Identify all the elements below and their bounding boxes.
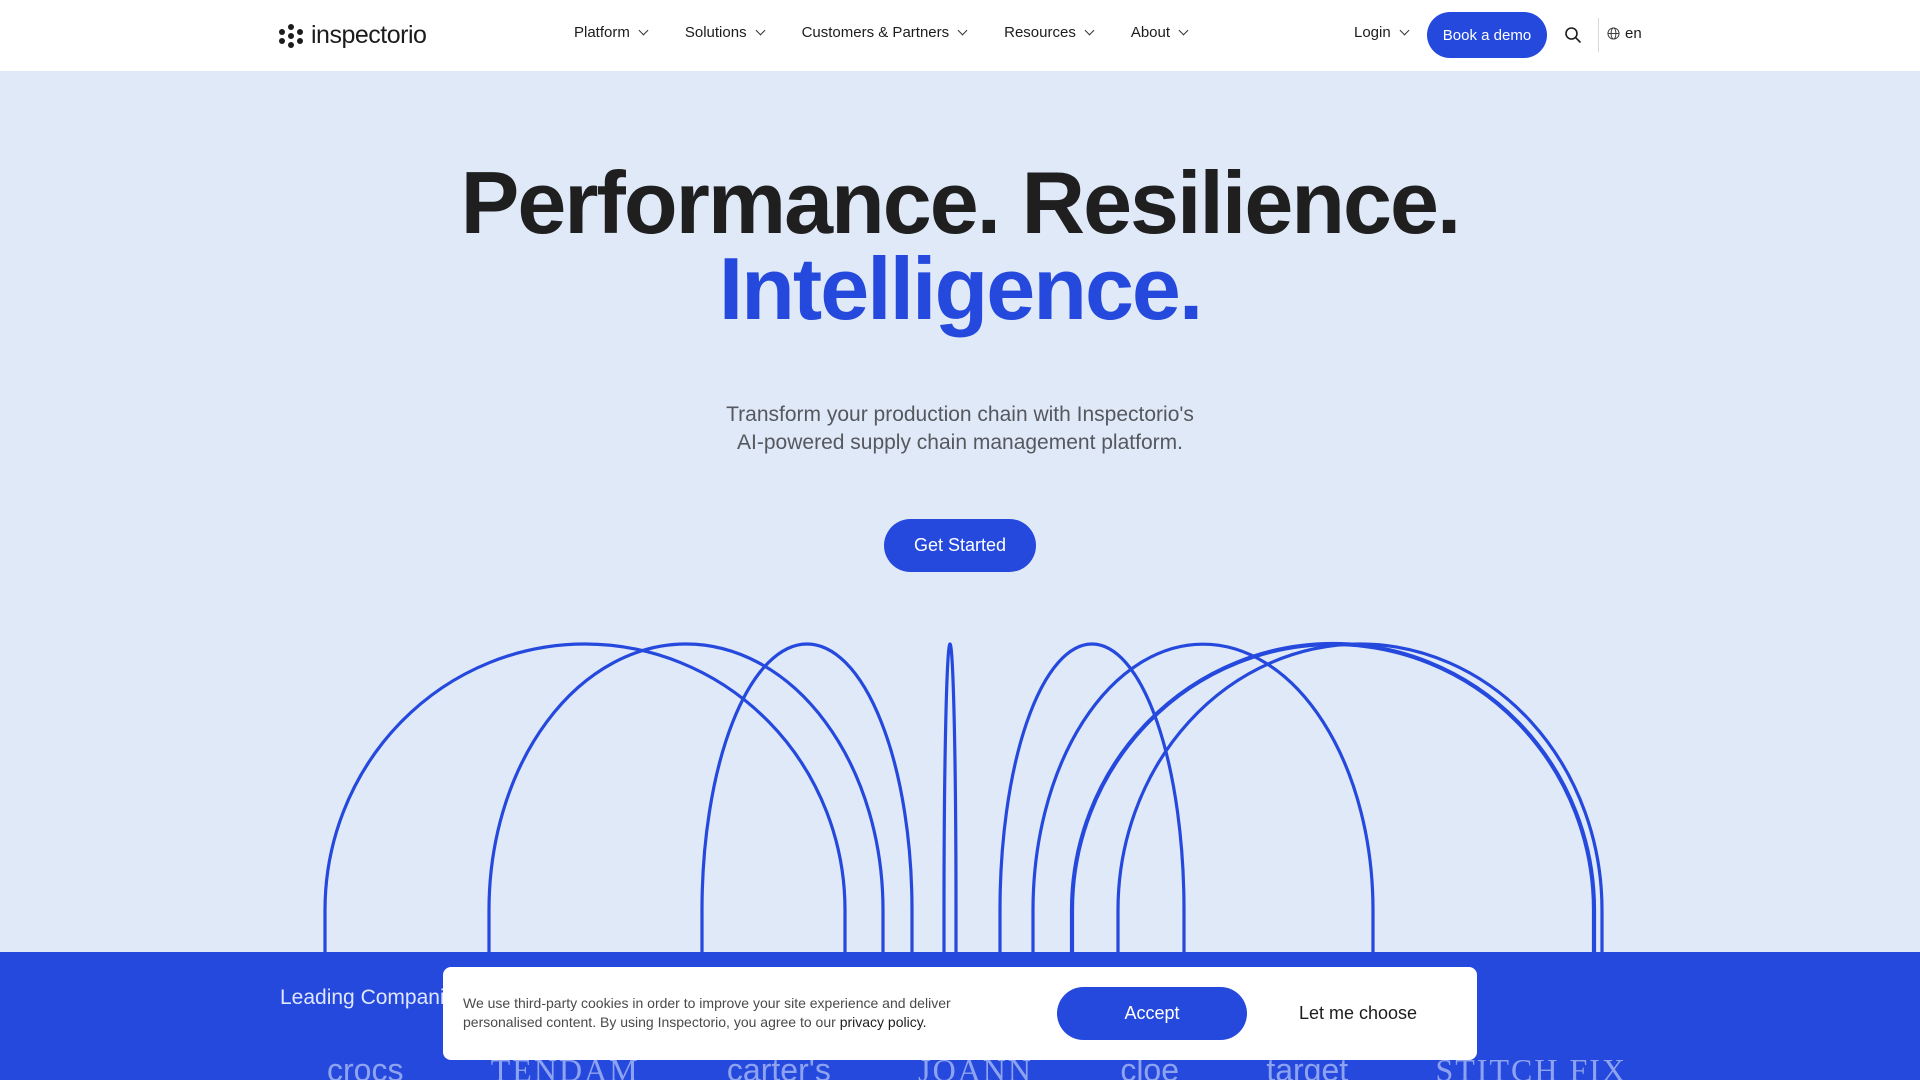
chevron-down-icon: [1084, 25, 1095, 36]
let-me-choose-button[interactable]: Let me choose: [1283, 987, 1433, 1040]
login-label: Login: [1354, 24, 1391, 41]
arc: [323, 642, 847, 952]
chevron-down-icon: [1399, 25, 1410, 36]
arc: [487, 642, 885, 952]
hero-subtitle: Transform your production chain with Ins…: [0, 401, 1920, 457]
chevron-down-icon: [1178, 25, 1189, 36]
logo[interactable]: inspectorio: [279, 21, 427, 50]
chevron-down-icon: [957, 25, 968, 36]
header-divider: [1598, 18, 1599, 52]
nav-solutions[interactable]: Solutions: [684, 24, 766, 41]
nav-platform[interactable]: Platform: [574, 24, 649, 41]
login-menu[interactable]: Login: [1354, 24, 1410, 41]
chevron-down-icon: [755, 25, 766, 36]
language-selector[interactable]: en: [1607, 25, 1642, 42]
nav-customers-partners[interactable]: Customers & Partners: [801, 24, 968, 41]
chevron-down-icon: [638, 25, 649, 36]
hero-arcs-graphic: [323, 641, 1604, 952]
main-nav: Platform Solutions Customers & Partners …: [574, 24, 1225, 41]
search-icon[interactable]: [1564, 26, 1582, 44]
arc: [1069, 641, 1597, 952]
nav-label: Resources: [1004, 24, 1076, 41]
logo-text: inspectorio: [311, 21, 427, 49]
nav-label: About: [1130, 24, 1171, 41]
nav-label: Customers & Partners: [801, 24, 950, 41]
nav-resources[interactable]: Resources: [1004, 24, 1095, 41]
accept-button[interactable]: Accept: [1057, 987, 1247, 1040]
nav-label: Solutions: [684, 24, 747, 41]
arc: [998, 642, 1186, 952]
globe-icon: [1607, 27, 1620, 40]
privacy-policy-link[interactable]: privacy policy.: [840, 1014, 927, 1030]
get-started-button[interactable]: Get Started: [884, 519, 1036, 572]
hero-title: Performance. Resilience. Intelligence.: [0, 159, 1920, 338]
arc: [942, 642, 958, 952]
customers-heading: Leading Compani: [280, 986, 445, 1009]
arc: [1031, 642, 1375, 952]
logo-dots-icon: [279, 23, 303, 48]
cookie-banner: We use third-party cookies in order to i…: [443, 967, 1477, 1060]
nav-label: Platform: [574, 24, 630, 41]
language-label: en: [1625, 25, 1642, 42]
site-header: inspectorio Platform Solutions Customers…: [0, 0, 1920, 71]
nav-about[interactable]: About: [1130, 24, 1189, 41]
hero-subtitle-line1: Transform your production chain with Ins…: [726, 403, 1194, 426]
hero-title-line1: Performance. Resilience.: [460, 153, 1462, 252]
hero-title-line2: Intelligence.: [718, 239, 1204, 338]
book-demo-button[interactable]: Book a demo: [1427, 12, 1547, 58]
logo-crocs: crocs: [327, 1052, 404, 1080]
cookie-message: We use third-party cookies in order to i…: [463, 994, 1003, 1032]
hero-subtitle-line2: AI-powered supply chain management platf…: [737, 431, 1183, 454]
arc: [1116, 642, 1604, 952]
